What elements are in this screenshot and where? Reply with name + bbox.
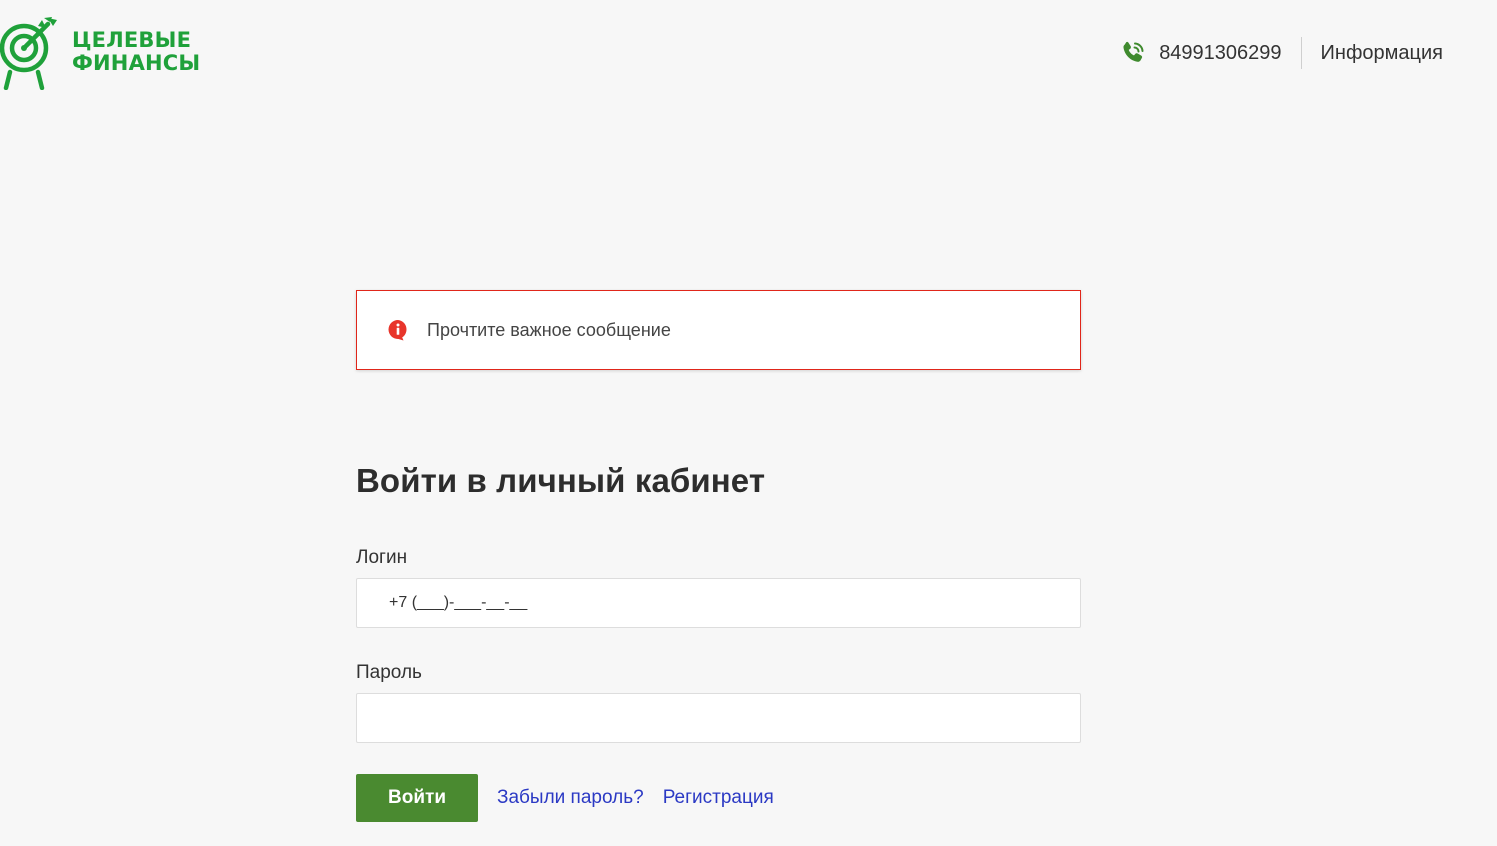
header-divider [1300,37,1302,69]
logo-line-1: ЦЕЛЕВЫЕ [72,28,192,52]
form-actions: Войти Забыли пароль? Регистрация [356,774,774,822]
alert-text: Прочтите важное сообщение [427,319,671,340]
important-message-alert[interactable]: Прочтите важное сообщение [356,290,1081,370]
phone-number-link[interactable]: 84991306299 [1159,36,1281,70]
register-link[interactable]: Регистрация [663,787,774,809]
logo-line-2: ФИНАНСЫ [72,51,201,75]
logo[interactable]: ЦЕЛЕВЫЕ ФИНАНСЫ [0,14,200,90]
target-arrow-icon [0,17,57,90]
page-title: Войти в личный кабинет [356,462,766,499]
forgot-password-link[interactable]: Забыли пароль? [497,787,644,809]
login-label: Логин [356,547,408,568]
info-alert-icon [388,320,407,341]
logo-text: ЦЕЛЕВЫЕ ФИНАНСЫ [72,29,200,75]
page: ЦЕЛЕВЫЕ ФИНАНСЫ 84991306299 Информация П… [0,0,1497,846]
phone-icon [1123,41,1144,62]
login-button[interactable]: Войти [356,774,478,822]
password-input[interactable] [356,693,1081,743]
login-phone-input[interactable] [356,578,1081,628]
password-label: Пароль [356,662,422,683]
info-link[interactable]: Информация [1321,36,1443,70]
header-contacts: 84991306299 Информация [1119,36,1443,70]
